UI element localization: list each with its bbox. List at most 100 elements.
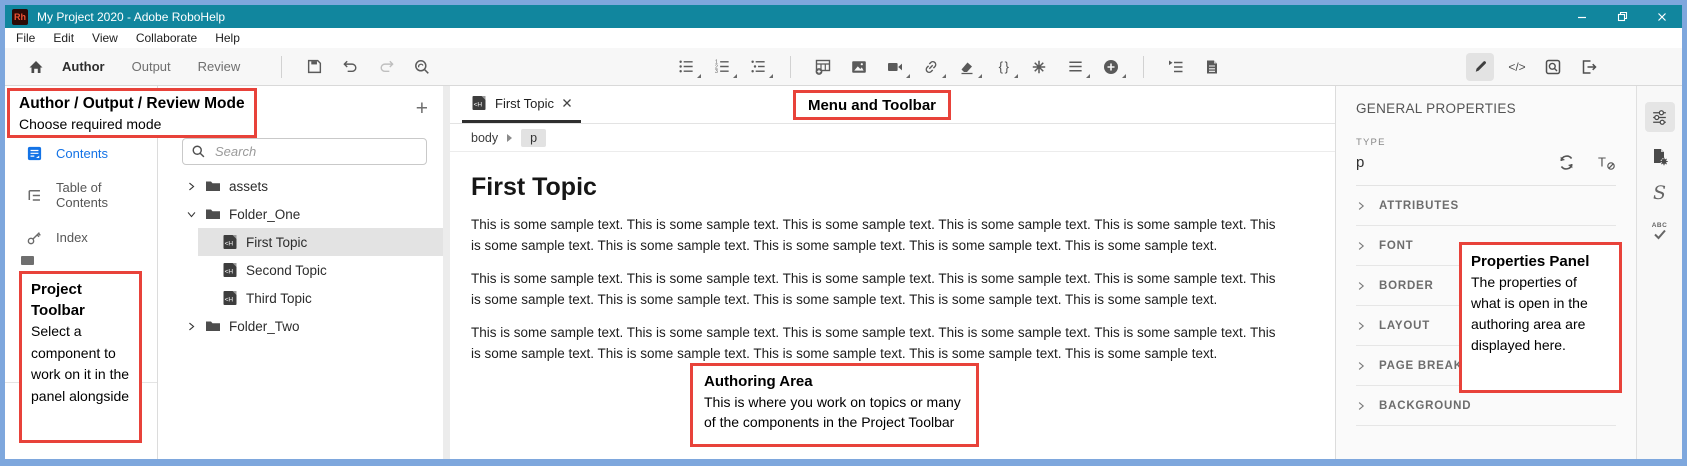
format-eraser-button[interactable] (954, 54, 980, 80)
insert-more-button[interactable] (1098, 54, 1124, 80)
topic-outline-button[interactable] (1199, 54, 1225, 80)
topic-outline-icon (1203, 58, 1221, 76)
exit-button[interactable] (1576, 54, 1602, 80)
home-button[interactable] (23, 54, 49, 80)
home-icon (27, 58, 45, 76)
breadcrumb-body[interactable]: body (471, 131, 498, 145)
restore-button[interactable] (1602, 5, 1642, 28)
insert-video-button[interactable] (882, 54, 908, 80)
menu-view[interactable]: View (83, 31, 127, 45)
clear-formatting-icon[interactable]: T (1596, 153, 1616, 172)
topic-toc-button[interactable] (1163, 54, 1189, 80)
annotation-body: Choose required mode (19, 114, 245, 134)
tree-item-label: Folder_One (229, 207, 300, 222)
tree-item-label: Folder_Two (229, 319, 300, 334)
properties-panel-title: GENERAL PROPERTIES (1356, 101, 1616, 116)
format-eraser-icon (958, 58, 976, 76)
chevron-right-icon (1356, 321, 1366, 331)
preview-icon (1544, 58, 1562, 76)
preview-button[interactable] (1540, 54, 1566, 80)
tree-item-label: First Topic (246, 235, 307, 250)
close-tab-icon[interactable] (562, 98, 572, 108)
tree-item-first-topic[interactable]: <H First Topic (198, 228, 443, 256)
tab-author[interactable]: Author (62, 59, 105, 74)
multilevel-list-button[interactable] (745, 54, 771, 80)
menu-file[interactable]: File (7, 31, 44, 45)
annotation-body: The properties of what is open in the au… (1471, 272, 1610, 356)
topic-heading: First Topic (471, 173, 1289, 202)
code-braces-button[interactable]: { } (990, 54, 1016, 80)
chevron-right-icon (1356, 401, 1366, 411)
edit-mode-button[interactable] (1466, 53, 1494, 81)
minimize-button[interactable] (1562, 5, 1602, 28)
save-icon (306, 58, 323, 75)
tree-item-folder-two[interactable]: Folder_Two (158, 312, 443, 340)
styles-icon: S (1653, 182, 1666, 204)
section-label: FONT (1379, 240, 1414, 252)
sidebar-item-index[interactable]: Index (5, 216, 157, 258)
refresh-icon[interactable] (1557, 153, 1576, 172)
menu-help[interactable]: Help (206, 31, 249, 45)
add-button[interactable]: + (416, 99, 428, 119)
tab-first-topic[interactable]: <H First Topic (462, 86, 581, 123)
tree-item-label: Second Topic (246, 263, 327, 278)
menu-collaborate[interactable]: Collaborate (127, 31, 206, 45)
section-attributes[interactable]: ATTRIBUTES (1356, 186, 1616, 226)
sidebar-item-contents[interactable]: Contents (5, 132, 157, 174)
breadcrumb: body p (450, 124, 1335, 152)
annotation-properties-panel-callout: Properties Panel The properties of what … (1459, 242, 1622, 393)
general-properties-button[interactable] (1645, 102, 1675, 132)
tab-output[interactable]: Output (132, 59, 171, 74)
chevron-right-icon (1356, 361, 1366, 371)
insert-table-icon (814, 58, 832, 76)
annotation-body: This is where you work on topics or many… (704, 392, 965, 432)
topic-toc-icon (1167, 58, 1185, 76)
chevron-right-icon (1356, 201, 1366, 211)
sidebar-item-toc[interactable]: Table of Contents (5, 174, 157, 216)
undo-icon (342, 58, 359, 75)
find-replace-button[interactable] (409, 54, 435, 80)
tree-item-third-topic[interactable]: <H Third Topic (198, 284, 443, 312)
robohelp-logo-icon: Rh (12, 9, 28, 25)
svg-text:<H: <H (225, 269, 234, 276)
topic-paragraph: This is some sample text. This is some s… (471, 269, 1289, 310)
tree-item-folder-one[interactable]: Folder_One (158, 200, 443, 228)
sliders-icon (1650, 108, 1669, 127)
source-view-button[interactable]: </> (1504, 54, 1530, 80)
styles-button[interactable]: S (1653, 182, 1666, 204)
spell-check-button[interactable]: ABC (1652, 223, 1668, 240)
close-button[interactable] (1642, 5, 1682, 28)
topic-properties-button[interactable] (1650, 147, 1670, 167)
insert-image-icon (850, 58, 868, 76)
menu-edit[interactable]: Edit (44, 31, 83, 45)
toc-icon (26, 187, 43, 204)
annotation-title: Project Toolbar (31, 279, 130, 321)
insert-image-button[interactable] (846, 54, 872, 80)
main-toolbar: Author Output Review (5, 48, 1682, 86)
tree-item-second-topic[interactable]: <H Second Topic (198, 256, 443, 284)
type-label: TYPE (1356, 137, 1616, 148)
redo-icon (378, 58, 395, 75)
tab-review[interactable]: Review (198, 59, 241, 74)
bullet-list-button[interactable] (673, 54, 699, 80)
condition-tags-button[interactable] (1062, 54, 1088, 80)
search-input[interactable] (213, 143, 418, 160)
sidebar-item-label: Contents (56, 146, 108, 161)
window-frame: Rh My Project 2020 - Adobe RoboHelp File… (0, 0, 1687, 466)
undo-button[interactable] (337, 54, 363, 80)
numbered-list-button[interactable]: 123 (709, 54, 735, 80)
chevron-right-icon (186, 321, 197, 332)
save-button[interactable] (301, 54, 327, 80)
svg-text:3: 3 (715, 69, 718, 75)
sidebar-item-label: Table of Contents (56, 180, 157, 210)
annotation-title: Menu and Toolbar (808, 95, 936, 116)
insert-table-button[interactable] (810, 54, 836, 80)
breadcrumb-p-chip[interactable]: p (521, 129, 546, 147)
tree-item-assets[interactable]: assets (158, 172, 443, 200)
insert-link-button[interactable] (918, 54, 944, 80)
checkmark-icon (1653, 229, 1667, 240)
tab-label: First Topic (495, 96, 554, 111)
document-canvas[interactable]: First Topic This is some sample text. Th… (450, 152, 1335, 377)
redo-button[interactable] (373, 54, 399, 80)
snippet-button[interactable] (1026, 54, 1052, 80)
